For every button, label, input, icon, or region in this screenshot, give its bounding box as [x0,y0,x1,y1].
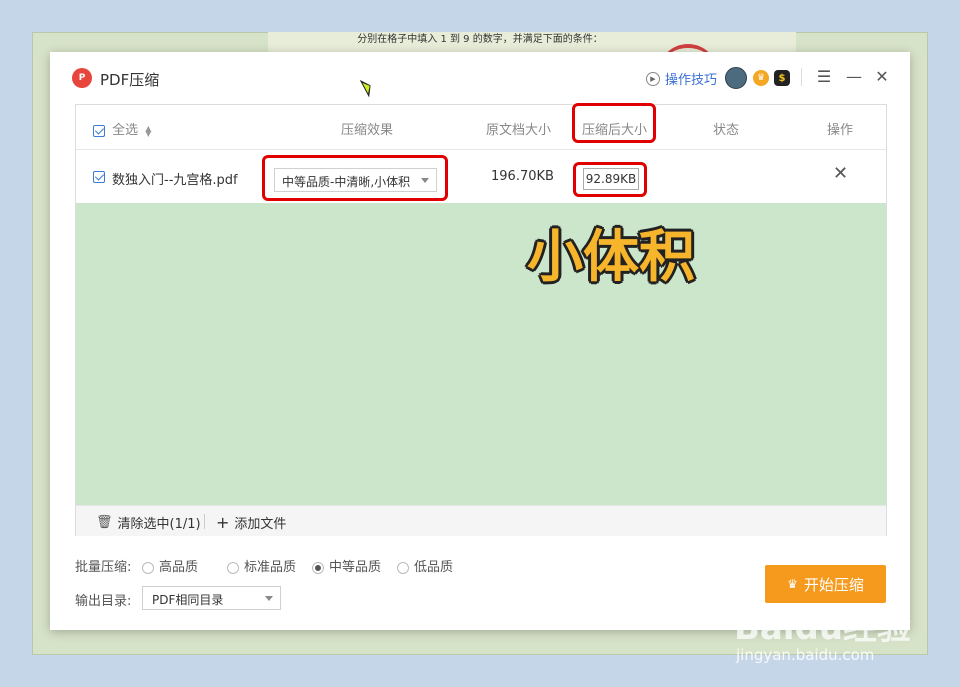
output-dir-dropdown[interactable]: PDF相同目录 [142,586,281,610]
add-file-button[interactable]: + 添加文件 [216,513,286,532]
column-effect: 压缩效果 [341,123,394,138]
background-text: 分别在格子中填入 1 到 9 的数字，并满足下面的条件： [357,34,603,45]
select-all-checkbox[interactable] [93,124,105,137]
list-header: 全选 ▲ ▼ 压缩效果 原文档大小 压缩后大小 状态 操作 [76,105,886,150]
column-status: 状态 [713,123,740,138]
radio-medium-label: 中等品质 [329,560,382,575]
highlight-compressed-header [572,103,656,143]
chevron-down-icon [265,596,273,601]
coin-icon[interactable]: $ [774,70,790,86]
radio-medium-circle[interactable] [312,561,324,574]
add-file-label: 添加文件 [234,517,287,532]
remove-file-icon[interactable]: ✕ [833,163,848,184]
watermark-logo: Baidu经验 [734,608,912,648]
batch-label: 批量压缩: [75,560,132,575]
close-window-icon[interactable]: ✕ [871,66,893,88]
app-title: PDF压缩 [100,71,160,89]
app-logo-icon: P [72,68,92,88]
row-checkbox[interactable] [93,171,105,183]
file-list-panel: 全选 ▲ ▼ 压缩效果 原文档大小 压缩后大小 状态 操作 数独入门--九宫格.p… [75,104,887,536]
user-avatar[interactable] [725,67,747,89]
titlebar-divider [801,68,802,86]
radio-low-circle[interactable] [397,561,409,574]
play-icon: ▶ [646,71,660,86]
highlight-compressed-size [573,162,647,197]
select-all-label: 全选 [112,123,139,138]
minimize-icon[interactable]: — [843,66,865,88]
start-compress-button[interactable]: ♛ 开始压缩 [765,565,886,603]
radio-standard-label: 标准品质 [244,560,297,575]
output-dir-value: PDF相同目录 [152,593,224,607]
footer-divider [204,514,205,529]
highlight-quality-dropdown [262,155,448,201]
radio-standard-circle[interactable] [227,561,239,574]
help-link-label: 操作技巧 [665,73,718,88]
table-row[interactable]: 数独入门--九宫格.pdf 中等品质-中清晰,小体积 196.70KB 92.8… [76,151,886,203]
output-label: 输出目录: [75,594,132,609]
column-original-size: 原文档大小 [486,123,552,138]
sort-icon[interactable]: ▲ ▼ [145,124,151,137]
panel-footer: 🗑 清除选中(1/1) + 添加文件 [76,505,886,536]
radio-low-label: 低品质 [414,560,454,575]
clear-selected-label: 清除选中(1/1) [117,517,201,532]
plus-icon: + [216,512,230,532]
menu-icon[interactable]: ☰ [813,66,835,88]
vip-crown-icon[interactable]: ♛ [753,70,769,86]
radio-medium[interactable]: 中等品质 [312,556,381,575]
annotation-text: 小体积 [527,212,695,293]
trash-icon: 🗑 [96,515,113,530]
radio-standard[interactable]: 标准品质 [227,556,296,575]
radio-high-circle[interactable] [142,561,154,574]
radio-high-label: 高品质 [159,560,199,575]
file-name: 数独入门--九宫格.pdf [112,173,238,188]
help-link[interactable]: ▶ 操作技巧 [646,69,717,88]
radio-low[interactable]: 低品质 [397,556,453,575]
original-size: 196.70KB [491,169,554,184]
app-window: P PDF压缩 ▶ 操作技巧 ♛ $ ☰ — ✕ 全选 ▲ ▼ 压缩效果 原文档大… [50,52,910,630]
watermark-url: jingyan.baidu.com [736,646,875,664]
start-compress-label: 开始压缩 [803,575,864,594]
crown-icon: ♛ [787,577,798,591]
radio-high[interactable]: 高品质 [142,556,198,575]
clear-selected-button[interactable]: 🗑 清除选中(1/1) [96,513,201,532]
file-list-empty-area [76,203,886,505]
select-all[interactable]: 全选 ▲ ▼ [93,119,151,138]
titlebar: P PDF压缩 ▶ 操作技巧 ♛ $ ☰ — ✕ [50,52,910,102]
column-action: 操作 [827,123,854,138]
